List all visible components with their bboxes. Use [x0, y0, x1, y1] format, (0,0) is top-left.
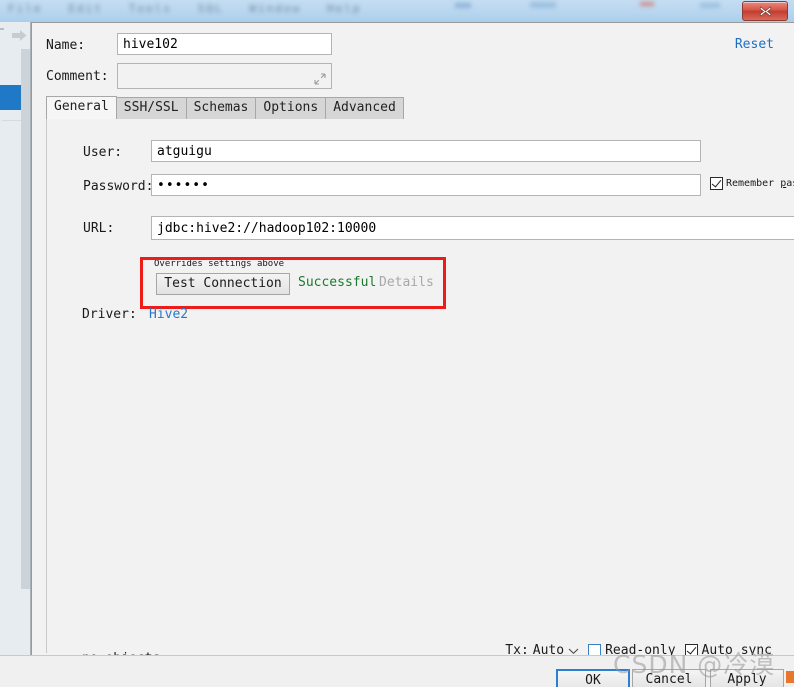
sidebar-selected-item[interactable] — [0, 85, 21, 110]
menubar-blurred-items: File Edit Tools SQL Window Help — [8, 2, 362, 15]
close-icon — [759, 6, 771, 16]
orange-edge-marker — [786, 671, 794, 683]
password-label: Password: — [83, 179, 154, 194]
strip-tick — [0, 28, 4, 30]
password-input[interactable] — [151, 174, 701, 196]
connection-settings-dialog: Name: Comment: Reset General SSH/SSL Sch… — [31, 22, 794, 687]
dialog-footer: OK Cancel Apply — [0, 656, 794, 687]
tab-general[interactable]: General — [46, 96, 117, 119]
comment-input[interactable] — [117, 63, 332, 89]
user-input[interactable] — [151, 140, 701, 162]
ide-menubar: File Edit Tools SQL Window Help — [0, 0, 794, 22]
general-tab-panel: User: Password: Remember password URL: — [46, 119, 794, 653]
remember-password-row[interactable]: Remember password — [710, 177, 794, 190]
settings-tabbar: General SSH/SSL Schemas Options Advanced — [46, 96, 404, 119]
name-label: Name: — [46, 38, 86, 53]
url-input[interactable] — [151, 216, 794, 240]
chevron-down-icon — [568, 648, 579, 654]
cancel-button[interactable]: Cancel — [632, 669, 706, 687]
apply-button[interactable]: Apply — [710, 669, 784, 687]
ok-button[interactable]: OK — [556, 669, 630, 687]
tab-options[interactable]: Options — [255, 97, 327, 119]
window-close-button[interactable] — [742, 1, 788, 21]
driver-label: Driver: — [82, 307, 137, 322]
tab-ssh-ssl[interactable]: SSH/SSL — [115, 97, 187, 119]
reset-link[interactable]: Reset — [735, 37, 774, 52]
comment-label: Comment: — [46, 69, 109, 84]
driver-link[interactable]: Hive2 — [149, 307, 188, 322]
test-details-link[interactable]: Details — [379, 275, 434, 290]
tab-schemas[interactable]: Schemas — [185, 97, 257, 119]
name-input[interactable] — [117, 33, 332, 55]
ide-left-strip — [0, 22, 31, 687]
test-connection-button[interactable]: Test Connection — [156, 273, 290, 295]
url-label: URL: — [83, 221, 115, 236]
tab-advanced[interactable]: Advanced — [325, 97, 404, 119]
arrow-right-icon[interactable] — [12, 27, 27, 46]
strip-divider — [2, 120, 22, 121]
user-label: User: — [83, 145, 123, 160]
test-status-text: Successful — [298, 275, 377, 290]
comment-field-wrap — [117, 63, 332, 89]
overrides-hint: Overrides settings above — [154, 259, 285, 269]
sidebar-scrollbar[interactable] — [21, 49, 30, 589]
remember-password-label: Remember password — [726, 178, 794, 189]
remember-password-checkbox[interactable] — [710, 177, 723, 190]
app-window: File Edit Tools SQL Window Help Name: hi… — [0, 0, 794, 687]
